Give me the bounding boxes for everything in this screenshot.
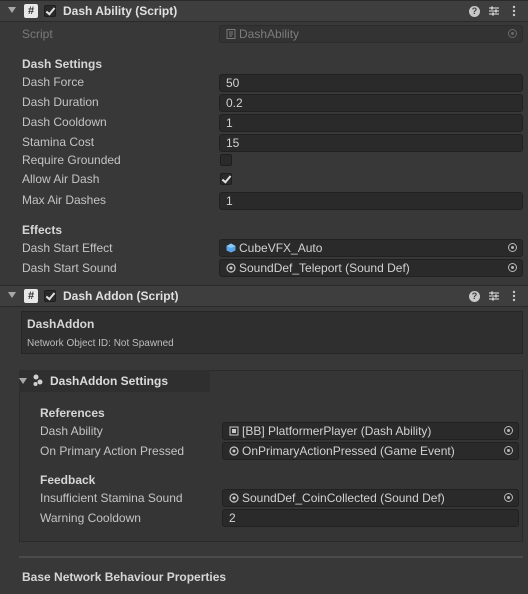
feedback-header: Feedback (40, 473, 96, 487)
insufficient-stamina-value: SoundDef_CoinCollected (Sound Def) (242, 491, 445, 505)
dash-start-effect-label: Dash Start Effect (22, 241, 113, 255)
object-picker-icon[interactable] (504, 426, 513, 435)
insufficient-stamina-field[interactable]: SoundDef_CoinCollected (Sound Def) (222, 489, 519, 507)
on-primary-label: On Primary Action Pressed (40, 444, 185, 458)
max-air-dashes-label: Max Air Dashes (22, 193, 107, 207)
dash-ability-ref-label: Dash Ability (40, 424, 103, 438)
object-picker-icon[interactable] (508, 243, 517, 252)
base-network-header[interactable]: Base Network Behaviour Properties (22, 570, 226, 584)
dash-settings-header: Dash Settings (22, 57, 103, 71)
allow-air-dash-checkbox[interactable] (220, 173, 232, 185)
fold-arrow-icon[interactable] (8, 292, 16, 298)
fold-arrow-icon[interactable] (19, 378, 27, 384)
dash-ability-header[interactable]: # Dash Ability (Script) ? (0, 0, 528, 22)
stamina-cost-label: Stamina Cost (22, 135, 95, 149)
require-grounded-label: Require Grounded (22, 153, 121, 167)
warning-cooldown-field[interactable]: 2 (222, 509, 519, 527)
dash-addon-header[interactable]: # Dash Addon (Script) ? (0, 285, 528, 307)
dashaddon-settings-tab[interactable]: DashAddon Settings (19, 370, 210, 392)
stamina-cost-field[interactable]: 15 (219, 134, 523, 152)
dash-force-label: Dash Force (22, 75, 85, 89)
help-icon[interactable]: ? (469, 291, 480, 302)
script-file-icon (226, 29, 236, 39)
presets-icon[interactable] (488, 290, 500, 302)
dash-cooldown-label: Dash Cooldown (22, 115, 107, 129)
script-field[interactable]: DashAbility (219, 25, 523, 43)
more-menu-icon[interactable] (508, 5, 520, 17)
presets-icon[interactable] (488, 5, 500, 17)
object-picker-icon[interactable] (508, 29, 517, 38)
network-object-id-text: Network Object ID: Not Spawned (27, 338, 174, 349)
on-primary-value: OnPrimaryActionPressed (Game Event) (242, 444, 455, 458)
sound-def-icon (226, 263, 236, 273)
dash-addon-enabled-checkbox[interactable] (44, 290, 56, 302)
script-value: DashAbility (239, 27, 300, 41)
on-primary-field[interactable]: OnPrimaryActionPressed (Game Event) (222, 442, 519, 460)
dashaddon-info-box: DashAddon Network Object ID: Not Spawned (21, 311, 523, 354)
dash-ability-ref-field[interactable]: [BB] PlatformerPlayer (Dash Ability) (222, 422, 519, 440)
dashaddon-settings-title: DashAddon Settings (50, 374, 169, 388)
max-air-dashes-field[interactable]: 1 (219, 192, 523, 210)
effects-header: Effects (22, 223, 63, 237)
dash-ability-ref-value: [BB] PlatformerPlayer (Dash Ability) (242, 424, 432, 438)
dash-force-field[interactable]: 50 (219, 74, 523, 92)
allow-air-dash-label: Allow Air Dash (22, 172, 100, 186)
references-header: References (40, 406, 105, 420)
script-icon: # (24, 4, 38, 18)
dash-start-effect-field[interactable]: CubeVFX_Auto (219, 239, 523, 257)
prefab-icon (229, 426, 239, 436)
dash-ability-enabled-checkbox[interactable] (44, 5, 56, 17)
dash-cooldown-field[interactable]: 1 (219, 114, 523, 132)
sound-def-icon (229, 493, 239, 503)
script-label: Script (22, 27, 53, 41)
dashaddon-info-title: DashAddon (27, 317, 95, 331)
dash-start-sound-label: Dash Start Sound (22, 261, 117, 275)
object-picker-icon[interactable] (504, 493, 513, 502)
game-event-icon (229, 446, 239, 456)
more-menu-icon[interactable] (508, 290, 520, 302)
cube-icon (226, 243, 236, 253)
require-grounded-checkbox[interactable] (220, 154, 232, 166)
fold-arrow-icon[interactable] (8, 7, 16, 13)
insufficient-stamina-label: Insufficient Stamina Sound (40, 491, 183, 505)
dash-ability-title: Dash Ability (Script) (63, 4, 178, 18)
object-picker-icon[interactable] (508, 263, 517, 272)
dash-start-effect-value: CubeVFX_Auto (239, 241, 323, 255)
object-picker-icon[interactable] (504, 446, 513, 455)
script-icon: # (24, 289, 38, 303)
warning-cooldown-label: Warning Cooldown (40, 511, 141, 525)
dash-start-sound-value: SoundDef_Teleport (Sound Def) (239, 261, 410, 275)
settings-icon (33, 374, 43, 386)
dash-duration-label: Dash Duration (22, 95, 99, 109)
dash-addon-title: Dash Addon (Script) (63, 289, 179, 303)
section-divider (19, 556, 523, 558)
dash-start-sound-field[interactable]: SoundDef_Teleport (Sound Def) (219, 259, 523, 277)
dash-duration-field[interactable]: 0.2 (219, 94, 523, 112)
help-icon[interactable]: ? (469, 6, 480, 17)
